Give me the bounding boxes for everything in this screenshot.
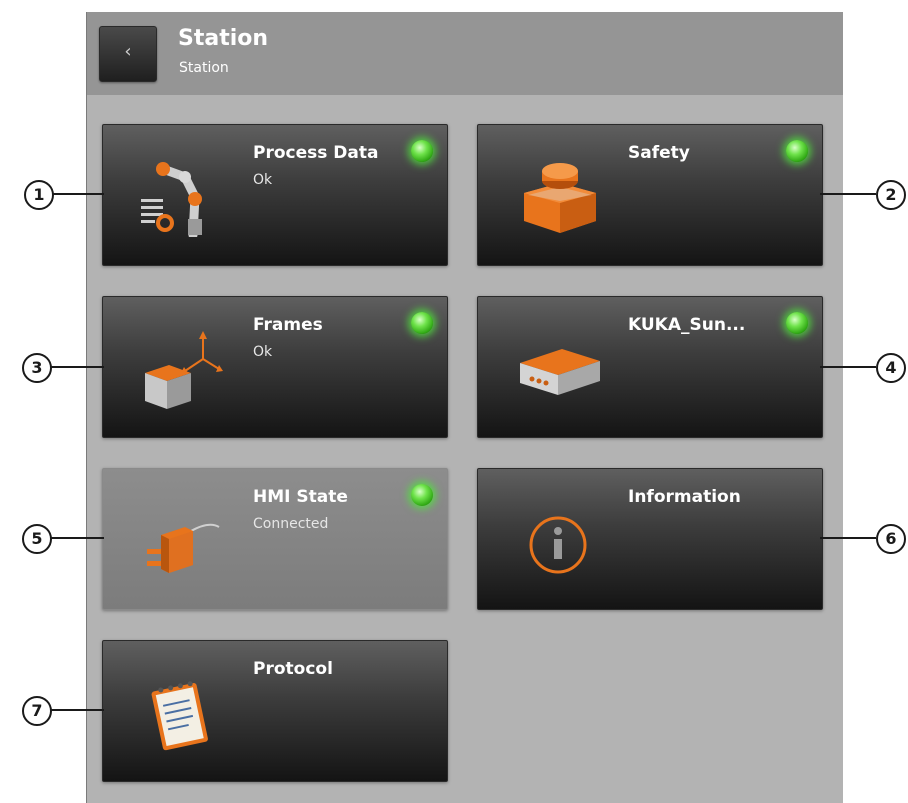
status-led-icon: [411, 484, 433, 506]
callout-5: 5: [22, 524, 52, 554]
callout-3: 3: [22, 353, 52, 383]
callout-1: 1: [24, 180, 54, 210]
tile-hmi-state[interactable]: HMI State Connected: [102, 468, 448, 610]
callout-2: 2: [876, 180, 906, 210]
tile-title: KUKA_Sun...: [628, 315, 746, 335]
robot-arm-process-icon: [141, 162, 202, 237]
callout-4: 4: [876, 353, 906, 383]
callout-line: [820, 193, 876, 195]
status-led-icon: [786, 140, 808, 162]
callout-line: [820, 366, 876, 368]
callout-7: 7: [22, 696, 52, 726]
tile-title: Information: [628, 487, 741, 507]
tile-frames[interactable]: Frames Ok: [102, 296, 448, 438]
callout-6: 6: [876, 524, 906, 554]
tile-title: HMI State: [253, 487, 348, 507]
page-title: Station: [178, 26, 269, 51]
tile-title: Process Data: [253, 143, 379, 163]
header-bar: ‹ Station Station: [87, 12, 843, 95]
tile-title: Safety: [628, 143, 690, 163]
callout-line: [820, 537, 876, 539]
status-led-icon: [786, 312, 808, 334]
emergency-stop-icon: [524, 163, 596, 233]
tile-kuka-sunrise[interactable]: KUKA_Sun...: [477, 296, 823, 438]
status-led-icon: [411, 140, 433, 162]
tile-title: Protocol: [253, 659, 333, 679]
tile-status: Ok: [253, 344, 273, 360]
tile-process-data[interactable]: Process Data Ok: [102, 124, 448, 266]
tile-safety[interactable]: Safety: [477, 124, 823, 266]
tile-title: Frames: [253, 315, 323, 335]
tile-status: Connected: [253, 516, 329, 532]
chevron-left-icon: ‹: [124, 41, 132, 62]
plug-icon: [147, 523, 220, 573]
notepad-icon: [151, 681, 208, 751]
tile-protocol[interactable]: Protocol: [102, 640, 448, 782]
tile-status: Ok: [253, 172, 273, 188]
info-icon: [529, 516, 587, 574]
back-button[interactable]: ‹: [99, 26, 157, 82]
frame-coordinates-icon: [145, 331, 223, 409]
tile-information[interactable]: Information: [477, 468, 823, 610]
status-led-icon: [411, 312, 433, 334]
page-subtitle: Station: [179, 60, 229, 76]
controller-box-icon: [520, 349, 600, 395]
station-panel: ‹ Station Station Process Data Ok Safety…: [86, 12, 843, 803]
